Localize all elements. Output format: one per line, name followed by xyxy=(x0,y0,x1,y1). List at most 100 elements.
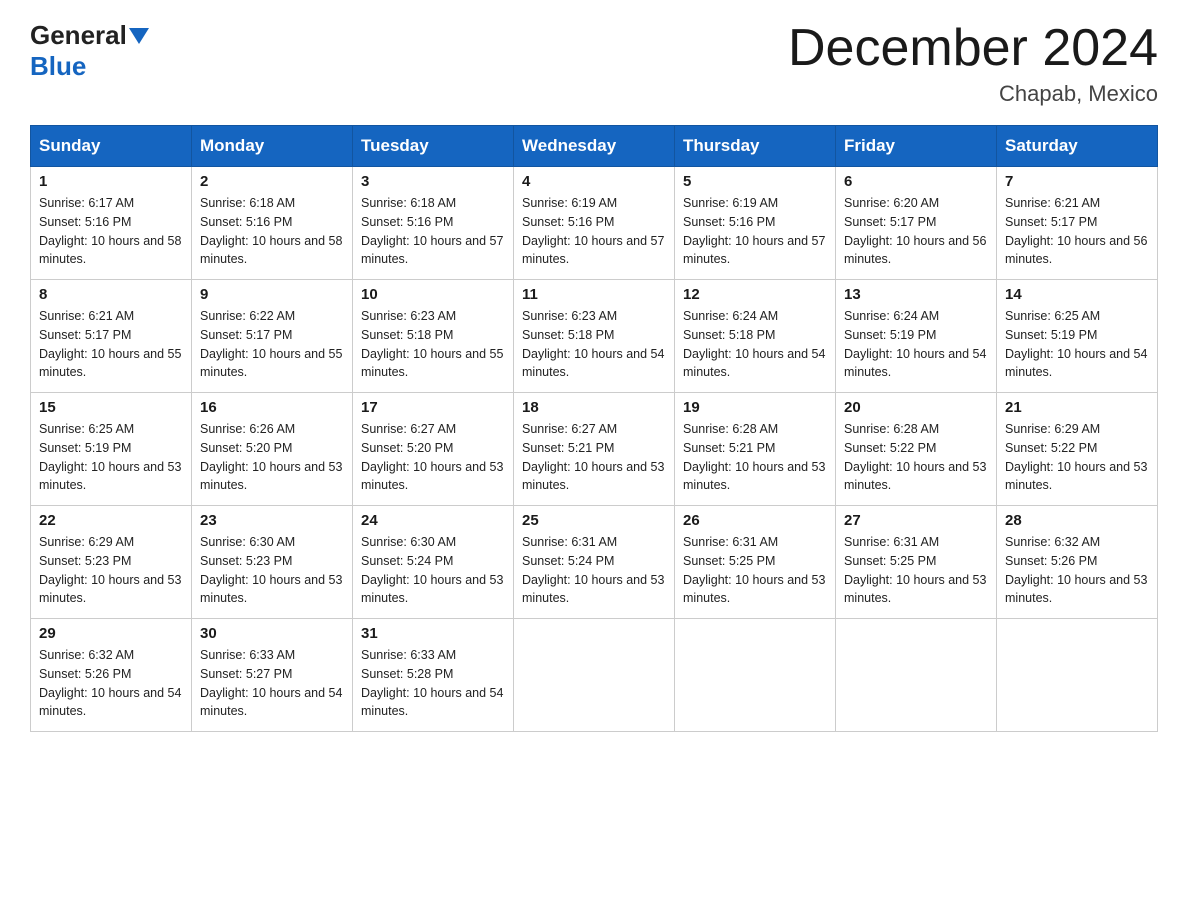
logo-blue-text: Blue xyxy=(30,51,86,82)
weekday-header-saturday: Saturday xyxy=(997,126,1158,167)
day-info: Sunrise: 6:27 AMSunset: 5:21 PMDaylight:… xyxy=(522,422,664,492)
day-info: Sunrise: 6:30 AMSunset: 5:24 PMDaylight:… xyxy=(361,535,503,605)
calendar-day-cell: 22 Sunrise: 6:29 AMSunset: 5:23 PMDaylig… xyxy=(31,506,192,619)
day-info: Sunrise: 6:28 AMSunset: 5:21 PMDaylight:… xyxy=(683,422,825,492)
day-info: Sunrise: 6:32 AMSunset: 5:26 PMDaylight:… xyxy=(1005,535,1147,605)
day-info: Sunrise: 6:17 AMSunset: 5:16 PMDaylight:… xyxy=(39,196,181,266)
day-number: 23 xyxy=(200,512,344,529)
calendar-day-cell: 24 Sunrise: 6:30 AMSunset: 5:24 PMDaylig… xyxy=(353,506,514,619)
day-number: 4 xyxy=(522,173,666,190)
weekday-header-monday: Monday xyxy=(192,126,353,167)
day-info: Sunrise: 6:22 AMSunset: 5:17 PMDaylight:… xyxy=(200,309,342,379)
day-number: 15 xyxy=(39,399,183,416)
day-number: 14 xyxy=(1005,286,1149,303)
logo-general-text: General xyxy=(30,20,127,51)
day-info: Sunrise: 6:28 AMSunset: 5:22 PMDaylight:… xyxy=(844,422,986,492)
empty-cell xyxy=(836,619,997,732)
day-info: Sunrise: 6:21 AMSunset: 5:17 PMDaylight:… xyxy=(39,309,181,379)
day-info: Sunrise: 6:25 AMSunset: 5:19 PMDaylight:… xyxy=(1005,309,1147,379)
calendar-day-cell: 3 Sunrise: 6:18 AMSunset: 5:16 PMDayligh… xyxy=(353,167,514,280)
day-number: 21 xyxy=(1005,399,1149,416)
day-number: 3 xyxy=(361,173,505,190)
day-info: Sunrise: 6:29 AMSunset: 5:23 PMDaylight:… xyxy=(39,535,181,605)
calendar-day-cell: 2 Sunrise: 6:18 AMSunset: 5:16 PMDayligh… xyxy=(192,167,353,280)
day-info: Sunrise: 6:31 AMSunset: 5:25 PMDaylight:… xyxy=(683,535,825,605)
day-number: 30 xyxy=(200,625,344,642)
calendar-day-cell: 18 Sunrise: 6:27 AMSunset: 5:21 PMDaylig… xyxy=(514,393,675,506)
calendar-day-cell: 17 Sunrise: 6:27 AMSunset: 5:20 PMDaylig… xyxy=(353,393,514,506)
calendar-week-row: 29 Sunrise: 6:32 AMSunset: 5:26 PMDaylig… xyxy=(31,619,1158,732)
page-header: General Blue December 2024 Chapab, Mexic… xyxy=(30,20,1158,107)
calendar-week-row: 8 Sunrise: 6:21 AMSunset: 5:17 PMDayligh… xyxy=(31,280,1158,393)
day-number: 18 xyxy=(522,399,666,416)
calendar-day-cell: 8 Sunrise: 6:21 AMSunset: 5:17 PMDayligh… xyxy=(31,280,192,393)
calendar-day-cell: 19 Sunrise: 6:28 AMSunset: 5:21 PMDaylig… xyxy=(675,393,836,506)
day-info: Sunrise: 6:18 AMSunset: 5:16 PMDaylight:… xyxy=(200,196,342,266)
calendar-day-cell: 29 Sunrise: 6:32 AMSunset: 5:26 PMDaylig… xyxy=(31,619,192,732)
day-number: 8 xyxy=(39,286,183,303)
day-info: Sunrise: 6:19 AMSunset: 5:16 PMDaylight:… xyxy=(522,196,664,266)
calendar-day-cell: 4 Sunrise: 6:19 AMSunset: 5:16 PMDayligh… xyxy=(514,167,675,280)
weekday-header-friday: Friday xyxy=(836,126,997,167)
day-number: 26 xyxy=(683,512,827,529)
day-number: 12 xyxy=(683,286,827,303)
empty-cell xyxy=(997,619,1158,732)
location-subtitle: Chapab, Mexico xyxy=(788,81,1158,107)
day-info: Sunrise: 6:33 AMSunset: 5:27 PMDaylight:… xyxy=(200,648,342,718)
day-info: Sunrise: 6:31 AMSunset: 5:25 PMDaylight:… xyxy=(844,535,986,605)
logo: General Blue xyxy=(30,20,151,82)
calendar-week-row: 15 Sunrise: 6:25 AMSunset: 5:19 PMDaylig… xyxy=(31,393,1158,506)
day-number: 11 xyxy=(522,286,666,303)
day-number: 24 xyxy=(361,512,505,529)
calendar-week-row: 1 Sunrise: 6:17 AMSunset: 5:16 PMDayligh… xyxy=(31,167,1158,280)
calendar-day-cell: 31 Sunrise: 6:33 AMSunset: 5:28 PMDaylig… xyxy=(353,619,514,732)
weekday-header-tuesday: Tuesday xyxy=(353,126,514,167)
calendar-day-cell: 25 Sunrise: 6:31 AMSunset: 5:24 PMDaylig… xyxy=(514,506,675,619)
empty-cell xyxy=(675,619,836,732)
day-info: Sunrise: 6:32 AMSunset: 5:26 PMDaylight:… xyxy=(39,648,181,718)
day-number: 5 xyxy=(683,173,827,190)
day-info: Sunrise: 6:29 AMSunset: 5:22 PMDaylight:… xyxy=(1005,422,1147,492)
day-info: Sunrise: 6:31 AMSunset: 5:24 PMDaylight:… xyxy=(522,535,664,605)
day-number: 22 xyxy=(39,512,183,529)
calendar-day-cell: 12 Sunrise: 6:24 AMSunset: 5:18 PMDaylig… xyxy=(675,280,836,393)
month-title: December 2024 xyxy=(788,20,1158,77)
day-info: Sunrise: 6:25 AMSunset: 5:19 PMDaylight:… xyxy=(39,422,181,492)
day-number: 17 xyxy=(361,399,505,416)
calendar-day-cell: 6 Sunrise: 6:20 AMSunset: 5:17 PMDayligh… xyxy=(836,167,997,280)
day-number: 10 xyxy=(361,286,505,303)
day-number: 29 xyxy=(39,625,183,642)
calendar-day-cell: 7 Sunrise: 6:21 AMSunset: 5:17 PMDayligh… xyxy=(997,167,1158,280)
day-number: 28 xyxy=(1005,512,1149,529)
calendar-day-cell: 1 Sunrise: 6:17 AMSunset: 5:16 PMDayligh… xyxy=(31,167,192,280)
calendar-day-cell: 26 Sunrise: 6:31 AMSunset: 5:25 PMDaylig… xyxy=(675,506,836,619)
day-info: Sunrise: 6:30 AMSunset: 5:23 PMDaylight:… xyxy=(200,535,342,605)
day-info: Sunrise: 6:23 AMSunset: 5:18 PMDaylight:… xyxy=(361,309,503,379)
day-info: Sunrise: 6:27 AMSunset: 5:20 PMDaylight:… xyxy=(361,422,503,492)
calendar-day-cell: 16 Sunrise: 6:26 AMSunset: 5:20 PMDaylig… xyxy=(192,393,353,506)
day-number: 20 xyxy=(844,399,988,416)
logo-triangle-icon xyxy=(129,28,149,44)
day-info: Sunrise: 6:23 AMSunset: 5:18 PMDaylight:… xyxy=(522,309,664,379)
weekday-header-thursday: Thursday xyxy=(675,126,836,167)
calendar-day-cell: 10 Sunrise: 6:23 AMSunset: 5:18 PMDaylig… xyxy=(353,280,514,393)
day-number: 6 xyxy=(844,173,988,190)
day-number: 25 xyxy=(522,512,666,529)
calendar-day-cell: 11 Sunrise: 6:23 AMSunset: 5:18 PMDaylig… xyxy=(514,280,675,393)
calendar-week-row: 22 Sunrise: 6:29 AMSunset: 5:23 PMDaylig… xyxy=(31,506,1158,619)
day-number: 9 xyxy=(200,286,344,303)
day-info: Sunrise: 6:20 AMSunset: 5:17 PMDaylight:… xyxy=(844,196,986,266)
calendar-day-cell: 23 Sunrise: 6:30 AMSunset: 5:23 PMDaylig… xyxy=(192,506,353,619)
day-number: 1 xyxy=(39,173,183,190)
day-info: Sunrise: 6:19 AMSunset: 5:16 PMDaylight:… xyxy=(683,196,825,266)
day-info: Sunrise: 6:21 AMSunset: 5:17 PMDaylight:… xyxy=(1005,196,1147,266)
calendar-day-cell: 9 Sunrise: 6:22 AMSunset: 5:17 PMDayligh… xyxy=(192,280,353,393)
day-info: Sunrise: 6:18 AMSunset: 5:16 PMDaylight:… xyxy=(361,196,503,266)
weekday-header-sunday: Sunday xyxy=(31,126,192,167)
day-number: 27 xyxy=(844,512,988,529)
day-info: Sunrise: 6:24 AMSunset: 5:18 PMDaylight:… xyxy=(683,309,825,379)
calendar-day-cell: 21 Sunrise: 6:29 AMSunset: 5:22 PMDaylig… xyxy=(997,393,1158,506)
day-number: 13 xyxy=(844,286,988,303)
calendar-day-cell: 14 Sunrise: 6:25 AMSunset: 5:19 PMDaylig… xyxy=(997,280,1158,393)
calendar-day-cell: 30 Sunrise: 6:33 AMSunset: 5:27 PMDaylig… xyxy=(192,619,353,732)
